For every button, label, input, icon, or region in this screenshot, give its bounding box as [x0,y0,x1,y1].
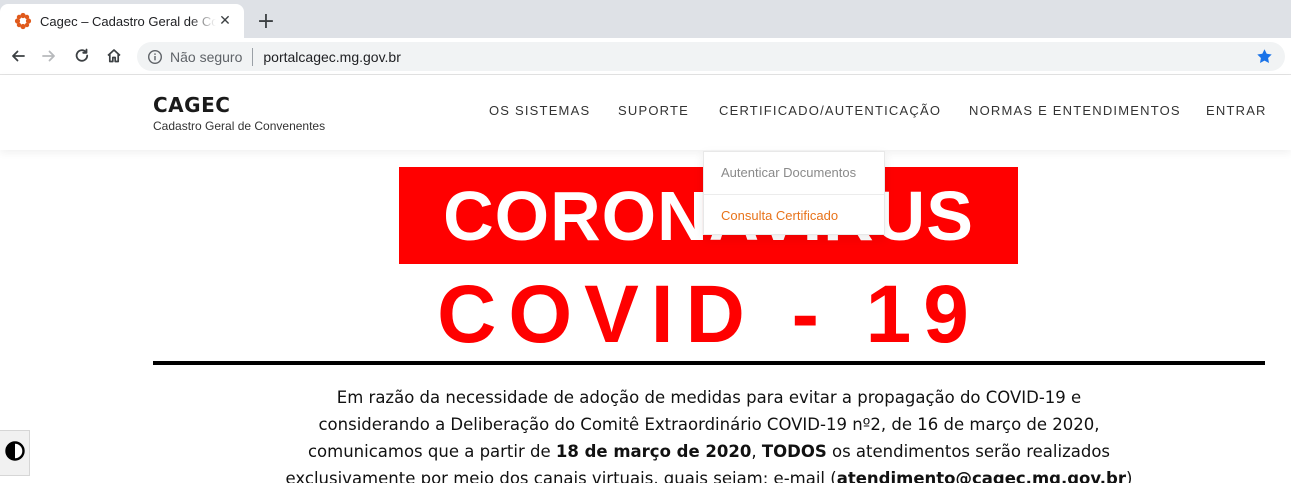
notice-paragraph: Em razão da necessidade de adoção de med… [153,384,1265,483]
browser-tab-strip: Cagec – Cadastro Geral de Convenentes ✕ … [0,0,1291,38]
site-logo-subtitle: Cadastro Geral de Convenentes [153,119,326,133]
nav-item-os-sistemas[interactable]: OS SISTEMAS [489,103,590,118]
notice-email[interactable]: atendimento@cagec.mg.gov.br [837,469,1126,483]
contrast-icon [4,440,26,466]
menu-divider [704,194,884,195]
notice-date: 18 de março de 2020 [555,442,752,461]
covid-heading: COVID - 19 [437,269,981,360]
omnibox-divider [252,47,254,66]
nav-item-suporte[interactable]: SUPORTE [618,103,689,118]
security-status[interactable]: Não seguro [170,49,242,65]
site-logo-title[interactable]: CAGEC [153,93,230,117]
close-icon[interactable]: ✕ [216,12,234,30]
home-icon[interactable] [103,45,125,67]
back-arrow-icon[interactable] [7,45,29,67]
menu-item-consulta-certificado[interactable]: Consulta Certificado [721,208,838,223]
divider-rule [153,361,1265,365]
notice-text: , [751,442,762,461]
notice-line: considerando a Deliberação do Comitê Ext… [318,415,1100,434]
cagec-flower-icon [14,12,32,30]
address-bar[interactable]: Não seguro portalcagec.mg.gov.br [137,42,1285,71]
notice-text: exclusivamente por meio dos canais virtu… [285,469,837,483]
notice-todos: TODOS [761,442,827,461]
browser-toolbar: Não seguro portalcagec.mg.gov.br [0,38,1291,75]
site-header: CAGEC Cadastro Geral de Convenentes OS S… [0,75,1291,150]
reload-icon[interactable] [71,45,93,67]
bookmark-star-icon[interactable] [1256,48,1273,65]
notice-text: ) [1126,469,1133,483]
nav-item-entrar[interactable]: ENTRAR [1206,103,1267,118]
menu-item-autenticar-documentos[interactable]: Autenticar Documentos [721,165,856,180]
notice-line: comunicamos que a partir de 18 de março … [153,438,1265,465]
nav-item-certificado-autenticacao[interactable]: CERTIFICADO/AUTENTICAÇÃO [719,103,941,118]
nav-item-normas-entendimentos[interactable]: NORMAS E ENTENDIMENTOS [969,103,1181,118]
new-tab-button[interactable]: + [254,9,278,34]
tab-title: Cagec – Cadastro Geral de Convenentes [40,13,216,29]
notice-line: exclusivamente por meio dos canais virtu… [153,465,1265,483]
certificado-dropdown-menu: Autenticar Documentos Consulta Certifica… [703,151,885,235]
contrast-toggle-button[interactable] [0,430,30,476]
notice-text: comunicamos que a partir de [307,442,556,461]
url-text[interactable]: portalcagec.mg.gov.br [263,49,400,65]
forward-arrow-icon[interactable] [38,45,60,67]
notice-line: Em razão da necessidade de adoção de med… [336,388,1082,407]
notice-text: os atendimentos serão realizados [826,442,1111,461]
browser-tab[interactable]: Cagec – Cadastro Geral de Convenentes ✕ [0,4,244,38]
info-icon[interactable] [147,49,163,65]
